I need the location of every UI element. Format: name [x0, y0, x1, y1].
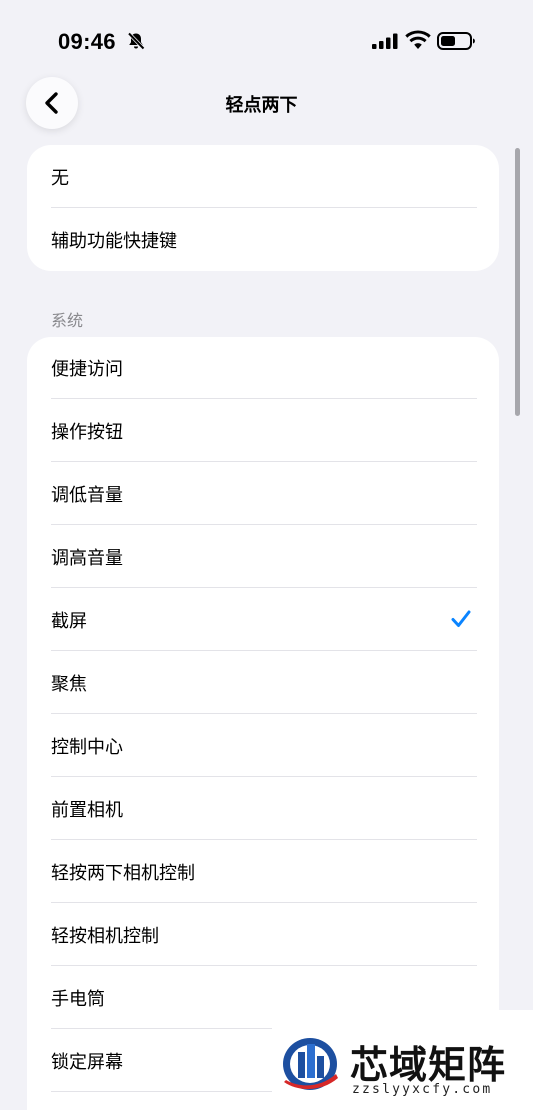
option-volume-up[interactable]: 调高音量: [27, 525, 499, 588]
status-time: 09:46: [58, 29, 116, 54]
system-options-group: 便捷访问 操作按钮 调低音量 调高音量 截屏 聚焦 控制中心 前置相机 轻按两下…: [27, 337, 499, 1110]
watermark-name: 芯域矩阵: [350, 1042, 507, 1087]
option-accessibility-shortcut[interactable]: 辅助功能快捷键: [27, 208, 499, 271]
wifi-icon: [405, 30, 431, 49]
option-label: 轻按相机控制: [51, 925, 159, 947]
option-label: 辅助功能快捷键: [51, 230, 177, 252]
status-bar: 09:46: [0, 0, 533, 80]
option-label: 无: [51, 167, 69, 189]
option-focus[interactable]: 聚焦: [27, 651, 499, 714]
page-title: 轻点两下: [225, 95, 298, 116]
option-label: 控制中心: [51, 736, 123, 758]
bell-slash-icon: [127, 32, 145, 50]
option-label: 锁定屏幕: [51, 1051, 123, 1073]
option-label: 截屏: [51, 610, 87, 632]
watermark: 芯域矩阵 zzslyyxcfy.com: [272, 1010, 533, 1110]
option-none[interactable]: 无: [27, 145, 499, 208]
option-volume-down[interactable]: 调低音量: [27, 462, 499, 525]
option-label: 手电筒: [51, 988, 105, 1010]
option-label: 调低音量: [51, 484, 123, 506]
option-reachability[interactable]: 便捷访问: [27, 337, 499, 399]
cellular-signal-icon: [372, 33, 398, 49]
option-screenshot[interactable]: 截屏: [27, 588, 499, 651]
checkmark-icon: [451, 610, 471, 627]
option-label: 聚焦: [51, 673, 87, 695]
navigation-bar: 轻点两下: [0, 72, 533, 134]
option-label: 便捷访问: [51, 359, 123, 380]
top-options-group: 无 辅助功能快捷键: [27, 145, 499, 271]
option-label: 前置相机: [51, 799, 123, 821]
option-action-button[interactable]: 操作按钮: [27, 399, 499, 462]
watermark-url: zzslyyxcfy.com: [352, 1082, 493, 1097]
option-double-press-camera-control[interactable]: 轻按两下相机控制: [27, 840, 499, 903]
option-front-camera[interactable]: 前置相机: [27, 777, 499, 840]
scrollbar[interactable]: [515, 148, 520, 416]
section-header-system: 系统: [51, 311, 84, 330]
option-press-camera-control[interactable]: 轻按相机控制: [27, 903, 499, 966]
watermark-logo-icon: [283, 1038, 338, 1090]
option-control-center[interactable]: 控制中心: [27, 714, 499, 777]
option-label: 操作按钮: [51, 421, 123, 443]
battery-icon: [437, 32, 475, 50]
option-label: 调高音量: [51, 547, 123, 569]
option-label: 轻按两下相机控制: [51, 862, 195, 884]
